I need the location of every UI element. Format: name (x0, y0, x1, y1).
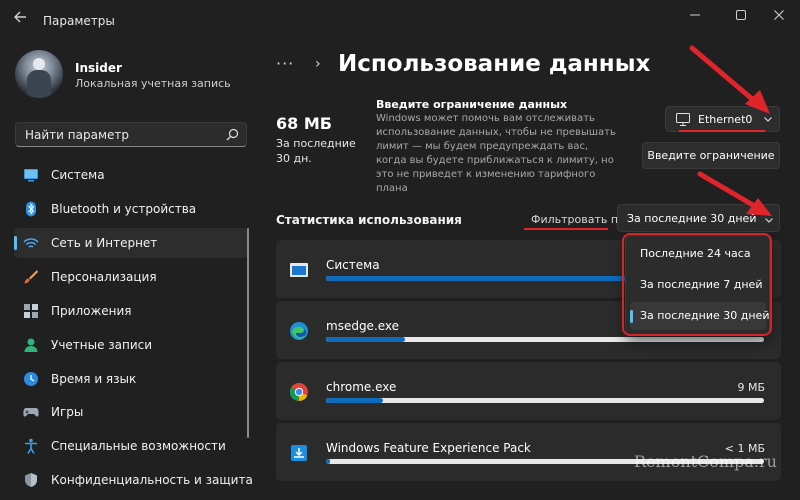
sidebar-item-bluetooth[interactable]: Bluetooth и устройства (14, 194, 248, 224)
app-title: Параметры (43, 14, 115, 28)
chrome-icon (289, 383, 308, 402)
sidebar-item-gaming[interactable]: Игры (14, 397, 248, 427)
system-window-icon (290, 263, 308, 277)
avatar-body (27, 70, 51, 98)
usage-bar (326, 337, 764, 342)
sidebar-item-label: Учетные записи (51, 338, 153, 352)
app-usage-size: 9 МБ (737, 381, 765, 394)
minimize-icon[interactable] (684, 6, 706, 24)
user-name: Insider (75, 61, 122, 75)
sidebar-item-privacy[interactable]: Конфиденциальность и защита (14, 465, 253, 495)
gamepad-icon (23, 408, 39, 417)
brush-icon (24, 270, 38, 284)
sidebar-item-label: Время и язык (51, 372, 137, 386)
avatar[interactable] (15, 50, 63, 98)
sidebar-item-accessibility[interactable]: Специальные возможности (14, 431, 248, 461)
sidebar-scrollbar[interactable] (247, 228, 249, 438)
avatar-head (33, 58, 45, 70)
annotation-highlight-box (622, 233, 772, 336)
usage-period: За последние 30 дн. (276, 137, 356, 165)
app-name: Windows Feature Experience Pack (326, 441, 531, 455)
annotation-underline (524, 228, 608, 230)
accessibility-icon (25, 438, 37, 454)
sidebar-item-label: Bluetooth и устройства (51, 202, 197, 216)
page-title: Использование данных (338, 51, 651, 77)
sidebar-item-apps[interactable]: Приложения (14, 296, 248, 326)
usage-bar-fill (326, 398, 383, 403)
filter-label: Фильтровать по: (531, 213, 629, 226)
person-icon (24, 338, 38, 352)
app-name: Система (326, 258, 380, 272)
monitor-icon (24, 169, 38, 182)
account-type: Локальная учетная запись (75, 77, 231, 90)
app-usage-row[interactable]: chrome.exe 9 МБ (276, 362, 781, 420)
annotation-arrow-icon (697, 171, 772, 216)
apps-icon (24, 304, 38, 318)
annotation-arrow-icon (689, 45, 770, 114)
breadcrumb-more-button[interactable]: ··· (276, 54, 294, 73)
usage-bar-fill (326, 459, 331, 464)
usage-bar (326, 398, 764, 403)
close-icon[interactable] (768, 6, 790, 24)
usage-total: 68 МБ (276, 114, 332, 133)
watermark: RemontCompa.ru (634, 452, 777, 471)
sidebar-item-label: Сеть и Интернет (51, 236, 158, 250)
shield-icon (25, 473, 37, 487)
usage-bar-fill (326, 337, 405, 342)
sidebar-item-label: Приложения (51, 304, 132, 318)
title-bar: Параметры (0, 0, 800, 32)
sidebar-item-label: Конфиденциальность и защита (51, 473, 253, 487)
enter-limit-button[interactable]: Введите ограничение (642, 142, 780, 169)
chevron-right-icon: › (315, 56, 321, 72)
sidebar-item-accounts[interactable]: Учетные записи (14, 330, 248, 360)
app-name: msedge.exe (326, 319, 400, 333)
annotation-underline (679, 130, 765, 132)
bluetooth-icon (26, 201, 36, 217)
sidebar-item-label: Система (51, 168, 105, 182)
search-box[interactable] (15, 122, 247, 147)
stats-title: Статистика использования (276, 213, 462, 227)
sidebar-item-system[interactable]: Система (14, 160, 248, 190)
search-input[interactable] (25, 127, 215, 143)
limit-description: Windows может помочь вам отслеживать исп… (376, 113, 616, 194)
feature-pack-icon (291, 445, 307, 461)
edge-icon (290, 322, 308, 340)
globe-clock-icon (24, 372, 38, 386)
sidebar-item-label: Игры (51, 405, 84, 419)
limit-title: Введите ограничение данных (376, 98, 568, 111)
wifi-icon (23, 238, 39, 248)
back-arrow-icon[interactable] (12, 9, 28, 25)
app-name: chrome.exe (326, 380, 397, 394)
sidebar-item-time-language[interactable]: Время и язык (14, 364, 248, 394)
sidebar-item-label: Персонализация (51, 270, 157, 284)
active-indicator (14, 236, 17, 250)
sidebar-item-network[interactable]: Сеть и Интернет (14, 228, 248, 258)
sidebar-item-personalization[interactable]: Персонализация (14, 262, 248, 292)
maximize-icon[interactable] (730, 6, 752, 24)
search-icon[interactable] (226, 128, 239, 141)
sidebar-item-label: Специальные возможности (51, 439, 226, 453)
